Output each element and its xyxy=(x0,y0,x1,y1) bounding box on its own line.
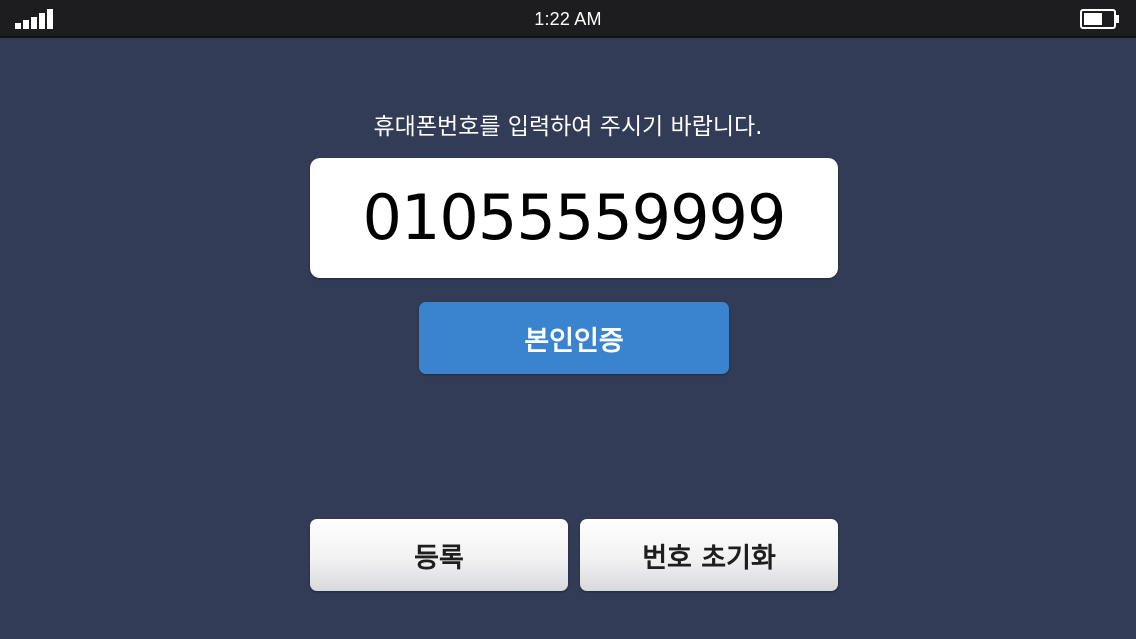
phone-number-value: 01055559999 xyxy=(362,181,787,254)
main-panel: 휴대폰번호를 입력하여 주시기 바랍니다. 01055559999 본인인증 등… xyxy=(0,40,1136,639)
phone-number-display[interactable]: 01055559999 xyxy=(310,158,838,278)
reset-number-button[interactable]: 번호 초기화 xyxy=(580,519,838,591)
identity-verify-button[interactable]: 본인인증 xyxy=(419,302,729,374)
register-button[interactable]: 등록 xyxy=(310,519,568,591)
battery-icon xyxy=(1080,9,1119,29)
status-time: 1:22 AM xyxy=(534,9,602,29)
phone-input-prompt: 휴대폰번호를 입력하여 주시기 바랍니다. xyxy=(373,114,763,140)
status-bar: 1:22 AM xyxy=(0,0,1136,38)
